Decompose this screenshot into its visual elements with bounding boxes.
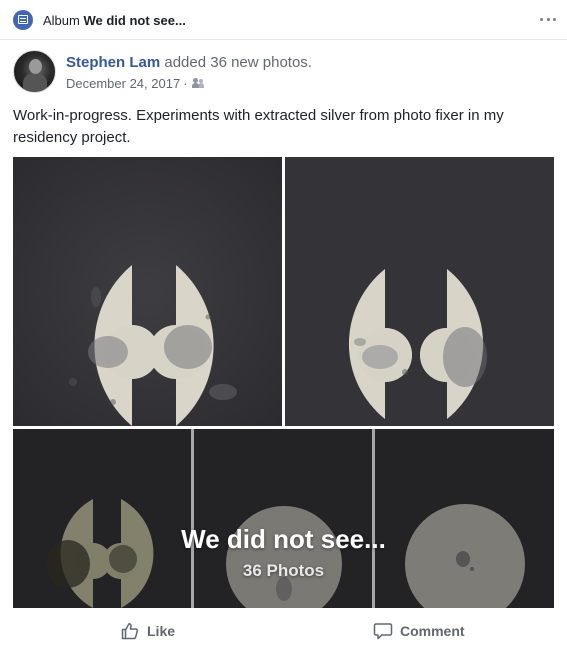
author-line: Stephen Lam added 36 new photos. xyxy=(66,54,312,71)
album-title-prefix: Album xyxy=(43,13,80,28)
friends-icon[interactable] xyxy=(191,78,205,89)
photo-grid: We did not see... 36 Photos xyxy=(13,157,554,608)
album-icon xyxy=(13,10,33,30)
photo-3[interactable] xyxy=(13,429,191,608)
album-header: Album We did not see... xyxy=(0,0,567,40)
like-button[interactable]: Like xyxy=(120,618,175,644)
album-title[interactable]: Album We did not see... xyxy=(43,13,186,28)
thumbs-up-icon xyxy=(121,623,139,640)
comment-label: Comment xyxy=(400,623,465,639)
avatar[interactable] xyxy=(13,50,56,93)
photo-5[interactable] xyxy=(375,429,554,608)
comment-button[interactable]: Comment xyxy=(373,618,465,644)
more-dots-icon[interactable] xyxy=(540,14,556,24)
photo-1[interactable] xyxy=(13,157,282,426)
post-date[interactable]: December 24, 2017 xyxy=(66,76,180,91)
photo-4[interactable] xyxy=(194,429,372,608)
post-actions: Like Comment xyxy=(0,614,567,648)
post-meta: December 24, 2017 · xyxy=(66,76,205,91)
author-name[interactable]: Stephen Lam xyxy=(66,54,160,71)
post-text: Work-in-progress. Experiments with extra… xyxy=(13,107,504,146)
comment-icon xyxy=(373,623,393,640)
post-action-text: added 36 new photos. xyxy=(164,54,312,71)
album-title-name[interactable]: We did not see... xyxy=(83,13,185,28)
photo-2[interactable] xyxy=(285,157,554,426)
meta-separator: · xyxy=(183,76,188,91)
like-label: Like xyxy=(147,623,176,639)
